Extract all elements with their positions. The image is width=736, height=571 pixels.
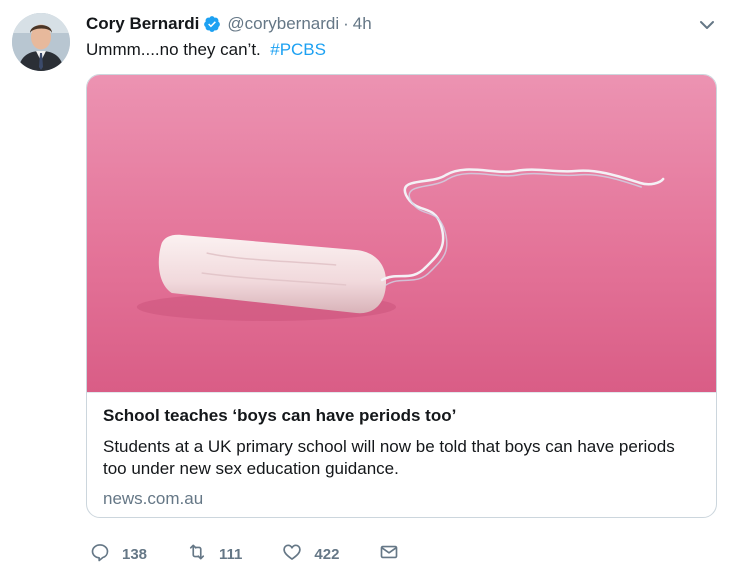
card-domain: news.com.au xyxy=(103,489,204,508)
link-card[interactable]: School teaches ‘boys can have periods to… xyxy=(86,74,717,518)
tweet-actions: 138 111 422 xyxy=(90,542,439,566)
tweet[interactable]: Cory Bernardi @corybernardi · 4h Ummm...… xyxy=(0,0,736,571)
card-body: School teaches ‘boys can have periods to… xyxy=(87,392,716,510)
tweet-body: Ummm....no they can’t. xyxy=(86,40,261,59)
separator-dot: · xyxy=(343,14,349,33)
retweet-button[interactable]: 111 xyxy=(187,542,242,567)
reply-count: 138 xyxy=(122,545,148,563)
timestamp[interactable]: 4h xyxy=(353,14,372,34)
avatar-image xyxy=(12,13,70,71)
author-name[interactable]: Cory Bernardi xyxy=(86,14,199,34)
like-count: 422 xyxy=(314,545,340,563)
direct-message-button[interactable] xyxy=(379,542,399,567)
author-handle[interactable]: @corybernardi xyxy=(227,14,339,34)
avatar[interactable] xyxy=(12,13,70,71)
like-button[interactable]: 422 xyxy=(282,542,339,567)
hashtag-link[interactable]: #PCBS xyxy=(270,40,326,59)
reply-button[interactable]: 138 xyxy=(90,542,147,567)
verified-badge-icon xyxy=(203,15,221,33)
envelope-icon xyxy=(379,542,399,567)
card-image xyxy=(87,75,716,392)
chevron-down-icon[interactable] xyxy=(698,16,716,34)
heart-icon xyxy=(282,542,302,567)
tweet-text: Ummm....no they can’t. #PCBS xyxy=(86,40,326,60)
card-title: School teaches ‘boys can have periods to… xyxy=(103,406,457,425)
card-description: Students at a UK primary school will now… xyxy=(103,437,675,478)
tweet-header: Cory Bernardi @corybernardi · 4h xyxy=(86,13,372,35)
retweet-icon xyxy=(187,542,207,567)
reply-icon xyxy=(90,542,110,567)
retweet-count: 111 xyxy=(219,545,243,563)
